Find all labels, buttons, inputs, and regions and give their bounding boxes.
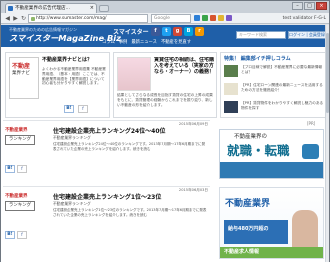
- article-excerpt: 住宅建設企業売上ランキング1位〜23位のランキングです。2013年7月期〜17年…: [53, 208, 207, 217]
- like-button[interactable]: f: [78, 105, 88, 113]
- card-title[interactable]: 賃貸住宅の相続は、住宅購入を考えている（実家の方なら・オーナー）の義務！: [154, 57, 216, 83]
- card-description: 結果としてさらなる成長を目指す賃貸の住宅の上昇の成果をもとに、賃貸管理の経験から…: [117, 93, 213, 107]
- extension-icon[interactable]: [218, 15, 224, 21]
- hatena-icon[interactable]: B: [184, 27, 193, 36]
- salary-ad-banner[interactable]: 不動産業界 給与480万円超の 不動産求人情報: [219, 187, 324, 259]
- bookmark-count-button[interactable]: B!: [5, 231, 15, 239]
- card-image-subtext: 業界ナビ: [12, 71, 30, 76]
- article-item[interactable]: 2015年06月09日 不動産業界 ランキング 住宅建設企業売上ランキング24位…: [3, 120, 210, 182]
- person-image: [292, 210, 318, 250]
- forward-icon[interactable]: ▶: [12, 15, 19, 22]
- minimize-button[interactable]: –: [292, 2, 303, 10]
- maximize-button[interactable]: □: [304, 2, 315, 10]
- rss-icon[interactable]: r: [195, 27, 204, 36]
- url-text: http://www.sumaster.com/mag/: [36, 16, 107, 21]
- thumbnail-label: ランキング: [5, 135, 35, 145]
- article-date: 2015年06月03日: [178, 188, 208, 192]
- close-window-button[interactable]: ×: [316, 2, 327, 10]
- thumbnail-heading: 不動産業界: [5, 128, 28, 133]
- site-header: 不動産業界のための広告情報マガジン スマイスターMagaZine Biz スマイ…: [1, 25, 329, 47]
- nav-item[interactable]: 最新ニュース: [131, 39, 157, 45]
- extension-icon[interactable]: [210, 15, 216, 21]
- column-thumb: [224, 101, 238, 113]
- web-page: 不動産業界のための広告情報マガジン スマイスターMagaZine Biz スマイ…: [1, 25, 329, 262]
- featured-title: 特集！ 編集部イチ押しコラム: [224, 56, 291, 62]
- thumbnail-label: ランキング: [5, 201, 35, 211]
- extension-icon[interactable]: [226, 15, 232, 21]
- column-link[interactable]: 【PR】住宅ローン関連の最新ニュースを活用するための方法を徹底紹介！: [241, 83, 325, 93]
- column-thumb: [224, 65, 238, 77]
- site-nav: コラム 事例 最新ニュース 不動産を見直す: [102, 39, 191, 45]
- extension-icon[interactable]: [202, 15, 208, 21]
- feature-card[interactable]: 不動産 業界ナビ 不動産業界ナビとは？ よくわかる不動産業界用語集 不動産業界用…: [5, 52, 110, 118]
- pr-label: [PR]: [307, 121, 316, 126]
- twitter-icon[interactable]: t: [162, 27, 171, 36]
- article-excerpt: 住宅建設企業売上ランキング24位〜40位のランキングです。2013年7月期〜17…: [53, 142, 206, 151]
- extension-icon[interactable]: [194, 15, 200, 21]
- google-plus-icon[interactable]: g: [173, 27, 182, 36]
- ad-title: 就職・転職: [227, 143, 290, 158]
- tab-bar: 不動産業界の広告代理店... × – □ ×: [1, 1, 329, 13]
- login-button[interactable]: ログイン | 会員登録: [288, 31, 326, 39]
- article-category: 不動産業界ランキング: [53, 201, 91, 206]
- reload-icon[interactable]: ↻: [20, 15, 27, 22]
- job-ad-banner[interactable]: 不動産業界の 就職・転職: [219, 129, 324, 179]
- ad-footer-text: 不動産求人情報: [220, 247, 323, 258]
- ad-footer-bar: [220, 162, 323, 178]
- article-item[interactable]: 2015年06月03日 不動産業界 ランキング 住宅建設企業売上ランキング1位〜…: [3, 186, 210, 248]
- article-category: 不動産業界ランキング: [53, 135, 91, 140]
- feature-card[interactable]: 賃貸住宅の相続は、住宅購入を考えている（実家の方なら・オーナー）の義務！ 結果と…: [113, 52, 217, 118]
- column-link[interactable]: 【PR】賃貸物件をわかりやすく解説し魅力のある物件を探す: [241, 101, 325, 111]
- thumbnail-heading: 不動産業界: [5, 194, 28, 199]
- favicon-icon: [8, 6, 13, 11]
- close-tab-icon[interactable]: ×: [90, 4, 94, 13]
- article-thumbnail: 不動産業界 ランキング: [5, 127, 45, 157]
- brand-logo[interactable]: スマイスター: [113, 27, 149, 36]
- page-scrollbar[interactable]: [325, 25, 329, 262]
- ad-subtitle: 給与480万円超の: [228, 226, 269, 232]
- site-icon: [31, 17, 35, 21]
- scrollbar-thumb[interactable]: [326, 33, 329, 113]
- browser-toolbar: ◀ ▶ ↻ http://www.sumaster.com/mag/ Googl…: [1, 13, 329, 24]
- article-thumbnail: 不動産業界 ランキング: [5, 193, 45, 223]
- sidebar: [PR] 不動産業界の 就職・転職 不動産業界 給与480万円超の 不動産求人情…: [215, 120, 329, 262]
- card-description: よくわかる不動産業界用語集 不動産業界用語、（基本・用語）ここでは、不動産業界用…: [42, 67, 106, 86]
- like-button[interactable]: f: [17, 165, 27, 173]
- article-title[interactable]: 住宅建設企業売上ランキング24位〜40位: [53, 126, 166, 135]
- featured-columns-card: 特集！ 編集部イチ押しコラム 【プロ目線で解説】不動産業界に必要な最新情報とは？…: [220, 52, 326, 118]
- ad-callout: 給与480万円超の: [224, 220, 288, 244]
- browser-window: 不動産業界の広告代理店... × – □ × ◀ ▶ ↻ http://www.…: [0, 0, 330, 262]
- site-search-input[interactable]: キーワード検索: [236, 31, 286, 39]
- back-icon[interactable]: ◀: [4, 15, 11, 22]
- article-title[interactable]: 住宅建設企業売上ランキング1位〜23位: [53, 192, 161, 201]
- briefcase-icon: [302, 144, 319, 159]
- column-thumb: [224, 83, 238, 95]
- toolbar-icons: [194, 15, 232, 21]
- like-button[interactable]: f: [17, 231, 27, 239]
- browser-tab[interactable]: 不動産業界の広告代理店... ×: [5, 3, 97, 13]
- social-buttons: f t g B r: [151, 27, 204, 36]
- column-link[interactable]: 【プロ目線で解説】不動産業界に必要な最新情報とは？: [241, 65, 325, 75]
- card-image-text: 不動産: [12, 63, 31, 70]
- facebook-icon[interactable]: f: [151, 27, 160, 36]
- bookmark-count-button[interactable]: B!: [5, 165, 15, 173]
- nav-item[interactable]: 不動産を見直す: [161, 39, 191, 45]
- card-title[interactable]: 不動産業界ナビとは？: [42, 57, 108, 63]
- article-list: 2015年06月09日 不動産業界 ランキング 住宅建設企業売上ランキング24位…: [1, 120, 212, 262]
- nav-item[interactable]: コラム: [102, 39, 115, 45]
- browser-search-input[interactable]: Google: [151, 14, 191, 23]
- toolbar-status-text: test validator F-G-L: [282, 16, 326, 21]
- address-bar[interactable]: http://www.sumaster.com/mag/: [28, 14, 148, 23]
- window-controls: – □ ×: [292, 2, 327, 10]
- article-date: 2015年06月09日: [178, 122, 208, 126]
- card-image: [117, 57, 151, 91]
- ad-heading: 不動産業界の: [234, 134, 268, 140]
- tab-title: 不動産業界の広告代理店...: [15, 6, 70, 11]
- card-image: 不動産 業界ナビ: [9, 57, 39, 99]
- nav-item[interactable]: 事例: [119, 39, 128, 45]
- new-tab-button[interactable]: [99, 5, 109, 12]
- ad-title: 不動産業界: [225, 199, 271, 209]
- bookmark-count-button[interactable]: B!: [64, 105, 74, 113]
